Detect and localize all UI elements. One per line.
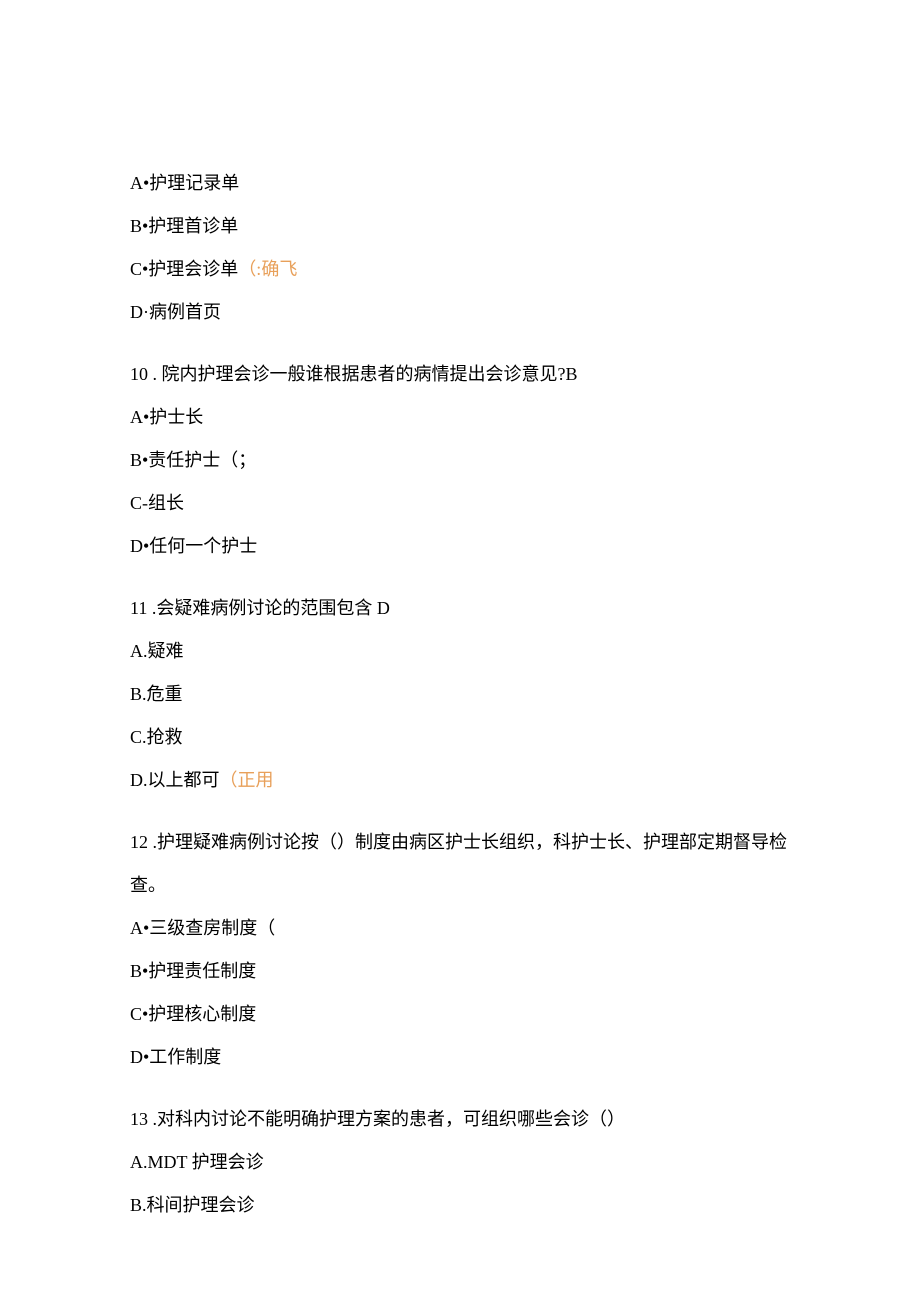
question-number: 13 (130, 1109, 148, 1129)
option-text: B•护理首诊单 (130, 216, 238, 236)
option-text: B.危重 (130, 684, 183, 704)
q10-stem: 10 . 院内护理会诊一般谁根据患者的病情提出会诊意见?B (130, 361, 790, 388)
q11-option-b: B.危重 (130, 681, 790, 708)
question-text: .对科内讨论不能明确护理方案的患者，可组织哪些会诊（） (148, 1109, 625, 1129)
option-text: C-组长 (130, 493, 184, 513)
q12-option-b: B•护理责任制度 (130, 958, 790, 985)
question-number: 11 (130, 598, 147, 618)
q10-option-a: A•护士长 (130, 404, 790, 431)
q11-option-c: C.抢救 (130, 724, 790, 751)
option-text: D·病例首页 (130, 302, 221, 322)
q9-option-b: B•护理首诊单 (130, 213, 790, 240)
question-text: 查。 (130, 875, 166, 895)
question-text: . 院内护理会诊一般谁根据患者的病情提出会诊意见?B (148, 364, 578, 384)
q12-stem-line1: 12 .护理疑难病例讨论按（）制度由病区护士长组织，科护士长、护理部定期督导检 (130, 829, 790, 856)
option-text: B.科间护理会诊 (130, 1195, 255, 1215)
q9-option-d: D·病例首页 (130, 299, 790, 326)
q9-option-a: A•护理记录单 (130, 170, 790, 197)
option-text: C•护理核心制度 (130, 1004, 256, 1024)
option-text: A•三级查房制度（ (130, 918, 275, 938)
question-number: 10 (130, 364, 148, 384)
q12-option-a: A•三级查房制度（ (130, 915, 790, 942)
q12-option-d: D•工作制度 (130, 1044, 790, 1071)
q11-stem: 11 .会疑难病例讨论的范围包含 D (130, 595, 790, 622)
option-text: A•护理记录单 (130, 173, 239, 193)
option-text: D•工作制度 (130, 1047, 221, 1067)
option-text: C•护理会诊单 (130, 259, 238, 279)
q11-option-a: A.疑难 (130, 638, 790, 665)
option-text: A.疑难 (130, 641, 184, 661)
q12-option-c: C•护理核心制度 (130, 1001, 790, 1028)
q10-option-d: D•任何一个护士 (130, 533, 790, 560)
option-text: D•任何一个护士 (130, 536, 257, 556)
option-text: B•责任护士（； (130, 450, 256, 470)
q13-option-a: A.MDT 护理会诊 (130, 1149, 790, 1176)
q9-option-c: C•护理会诊单（:确飞 (130, 256, 790, 283)
option-text: C.抢救 (130, 727, 183, 747)
question-number: 12 (130, 832, 148, 852)
annotation-text: （:确飞 (238, 259, 297, 279)
q13-option-b: B.科间护理会诊 (130, 1192, 790, 1219)
q11-option-d: D.以上都可（正用 (130, 767, 790, 794)
question-text: .会疑难病例讨论的范围包含 D (147, 598, 390, 618)
option-text: B•护理责任制度 (130, 961, 256, 981)
option-text: D.以上都可 (130, 770, 220, 790)
option-text: A•护士长 (130, 407, 203, 427)
q10-option-b: B•责任护士（； (130, 447, 790, 474)
q10-option-c: C-组长 (130, 490, 790, 517)
option-text: A.MDT 护理会诊 (130, 1152, 264, 1172)
q12-stem-line2: 查。 (130, 872, 790, 899)
annotation-text: （正用 (220, 770, 274, 790)
question-text: .护理疑难病例讨论按（）制度由病区护士长组织，科护士长、护理部定期督导检 (148, 832, 787, 852)
q13-stem: 13 .对科内讨论不能明确护理方案的患者，可组织哪些会诊（） (130, 1106, 790, 1133)
